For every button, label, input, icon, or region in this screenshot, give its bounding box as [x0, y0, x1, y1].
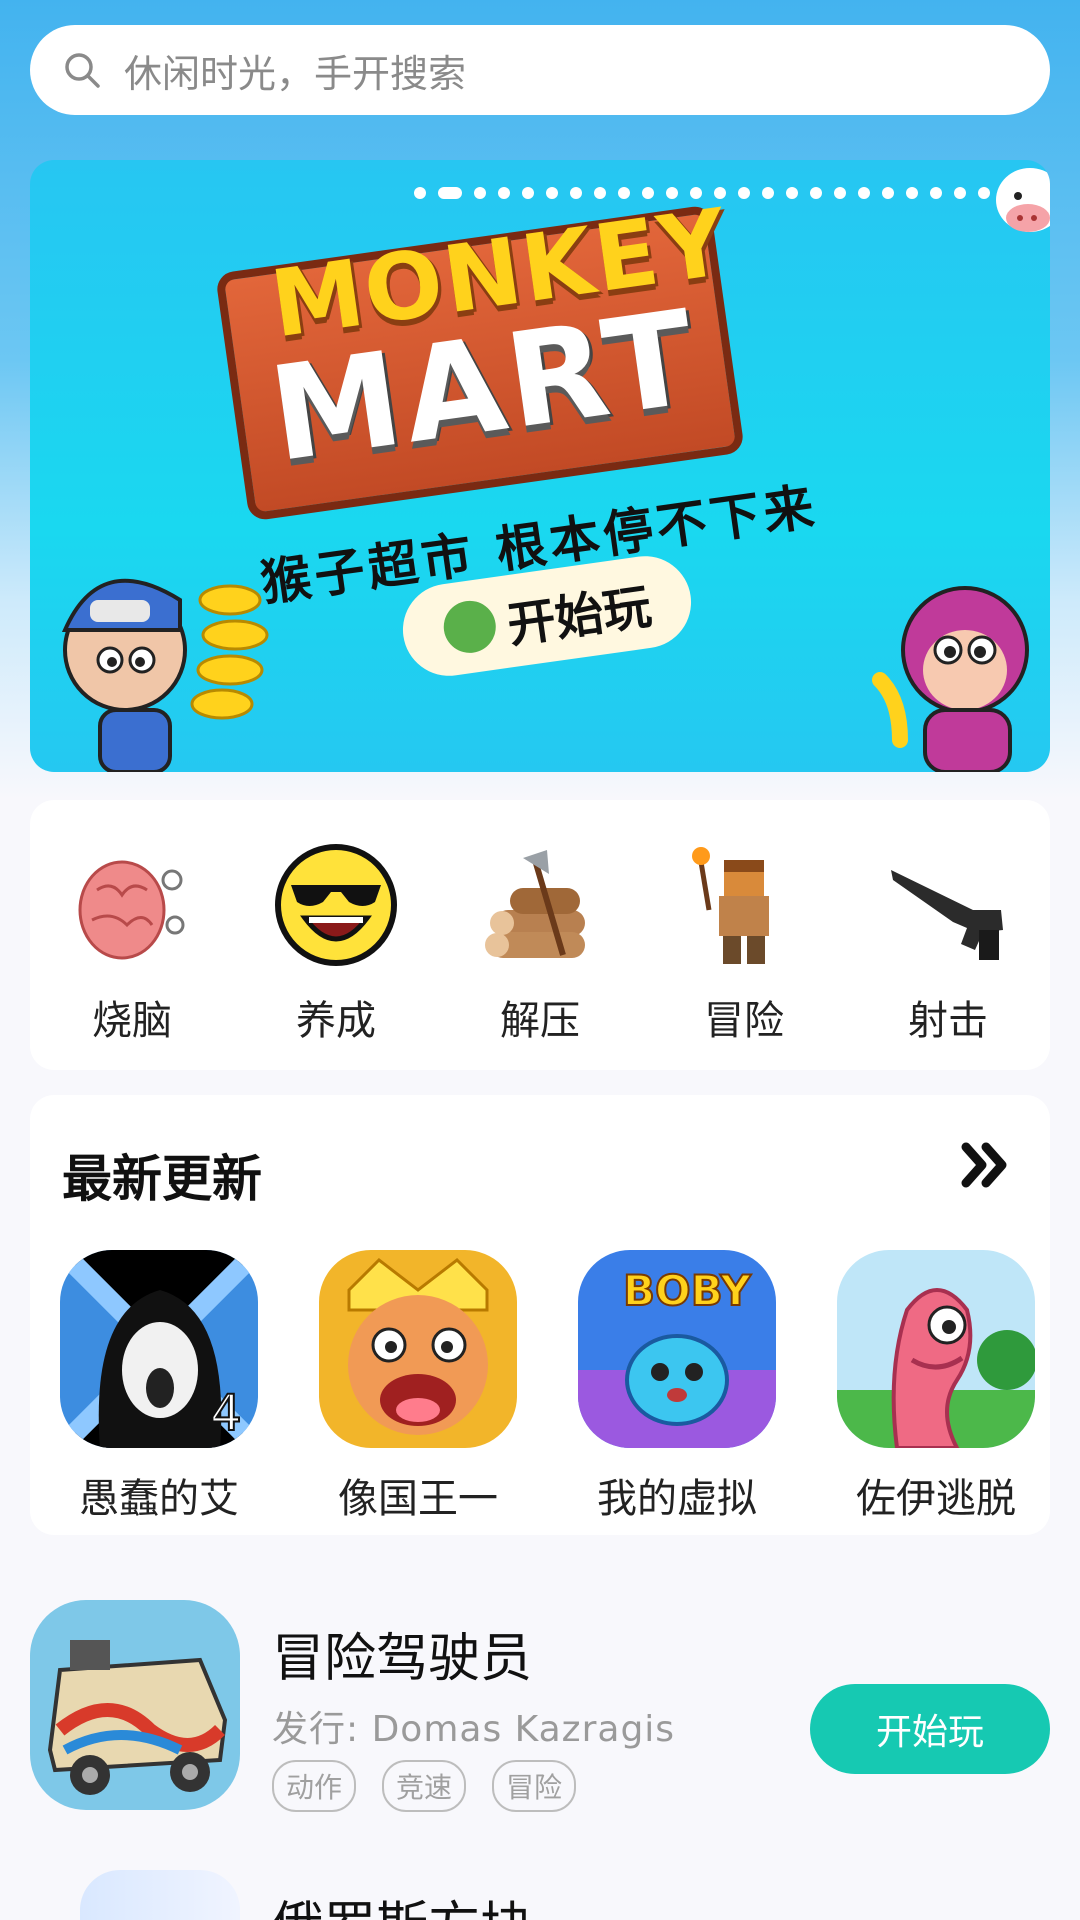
category-item-raise[interactable]: 养成 — [234, 840, 438, 1046]
banner-play-label: 开始玩 — [504, 578, 655, 655]
virtual-pet-icon: BOBY — [578, 1250, 776, 1448]
banner-dot[interactable] — [834, 187, 846, 199]
monkey-with-bananas-icon — [61, 578, 269, 772]
banner-dot[interactable] — [570, 187, 582, 199]
banner-dot[interactable] — [594, 187, 606, 199]
category-strip: 烧脑 养成 解压 冒险 射击 — [30, 800, 1050, 1070]
axe-logs-icon — [485, 850, 585, 958]
game-name: 愚蠢的艾 — [79, 1476, 239, 1522]
banner-dot[interactable] — [906, 187, 918, 199]
category-label: 解压 — [500, 998, 580, 1044]
banner-dot[interactable] — [414, 187, 426, 199]
banner-dot[interactable] — [858, 187, 870, 199]
brain-icon — [78, 860, 185, 960]
pink-worm-icon — [837, 1250, 1035, 1448]
game-name: 佐伊逃脱 — [856, 1476, 1016, 1522]
banner-dot[interactable] — [498, 187, 510, 199]
tetris-icon — [80, 1870, 240, 1920]
tag-badge: 动作 — [272, 1760, 357, 1812]
banner-dot[interactable] — [930, 187, 942, 199]
category-item-shooting[interactable]: 射击 — [846, 840, 1050, 1046]
game-list-row[interactable]: 冒险驾驶员 发行: Domas Kazragis 动作 竞速 冒险 开始玩 — [30, 1600, 1050, 1820]
banner-dot[interactable] — [474, 187, 486, 199]
category-item-brain[interactable]: 烧脑 — [30, 840, 234, 1046]
category-label: 射击 — [908, 998, 988, 1044]
game-item[interactable]: 4 愚蠢的艾 — [54, 1250, 264, 1524]
angry-king-icon — [319, 1250, 517, 1448]
tag-badge: 冒险 — [492, 1760, 577, 1812]
cow-mascot-icon — [996, 168, 1050, 232]
game-title: 俄罗斯方块 — [272, 1884, 532, 1920]
play-button[interactable]: 开始玩 — [810, 1684, 1050, 1774]
banner-dot[interactable] — [978, 187, 990, 199]
section-title: 最新更新 — [62, 1150, 262, 1208]
category-item-relax[interactable]: 解压 — [438, 840, 642, 1046]
search-bar[interactable]: 休闲时光，手开搜索 — [30, 25, 1050, 115]
double-chevron-right-icon[interactable] — [960, 1135, 1010, 1195]
promo-banner[interactable]: MONKEY MART 猴子超市 根本停不下来 开始玩 — [30, 160, 1050, 772]
banner-dot[interactable] — [954, 187, 966, 199]
svg-text:4: 4 — [210, 1384, 242, 1442]
tag-badge: 竞速 — [382, 1760, 467, 1812]
pink-monkey-icon — [872, 586, 1029, 772]
torch-adventurer-icon — [692, 847, 769, 964]
game-name: 我的虚拟 — [597, 1476, 757, 1522]
banner-dot[interactable] — [522, 187, 534, 199]
game-name: 像国王一 — [338, 1476, 498, 1522]
sunglasses-smiley-icon — [275, 844, 397, 966]
screaming-girl-icon: 4 — [60, 1250, 258, 1448]
banner-dot[interactable] — [762, 187, 774, 199]
search-placeholder: 休闲时光，手开搜索 — [124, 51, 467, 96]
category-label: 冒险 — [704, 998, 784, 1044]
game-item[interactable]: BOBY 我的虚拟 — [572, 1250, 782, 1524]
banner-dot[interactable] — [738, 187, 750, 199]
game-item[interactable]: 佐伊逃脱 — [831, 1250, 1041, 1524]
rifle-icon — [891, 870, 1003, 960]
category-item-adventure[interactable]: 冒险 — [642, 840, 846, 1046]
category-label: 烧脑 — [92, 998, 172, 1044]
game-list-row[interactable]: 俄罗斯方块 — [30, 1870, 1050, 1920]
game-publisher: 发行: Domas Kazragis — [272, 1709, 676, 1750]
game-item[interactable]: 像国王一 — [313, 1250, 523, 1524]
game-title: 冒险驾驶员 — [272, 1629, 533, 1689]
hippie-van-icon — [30, 1600, 240, 1810]
search-icon — [65, 53, 100, 88]
banner-dot[interactable] — [438, 187, 462, 199]
banner-dot[interactable] — [786, 187, 798, 199]
banner-dot[interactable] — [546, 187, 558, 199]
svg-text:BOBY: BOBY — [623, 1266, 751, 1315]
game-tags: 动作 竞速 冒险 — [272, 1760, 577, 1812]
category-label: 养成 — [296, 998, 376, 1044]
monkey-mini-icon — [440, 597, 500, 657]
newest-section: 最新更新 4 愚蠢的艾 像国王一 BOBY 我的虚拟 佐伊逃脱 — [30, 1095, 1050, 1535]
banner-dot[interactable] — [810, 187, 822, 199]
banner-dot[interactable] — [882, 187, 894, 199]
banner-dot[interactable] — [618, 187, 630, 199]
